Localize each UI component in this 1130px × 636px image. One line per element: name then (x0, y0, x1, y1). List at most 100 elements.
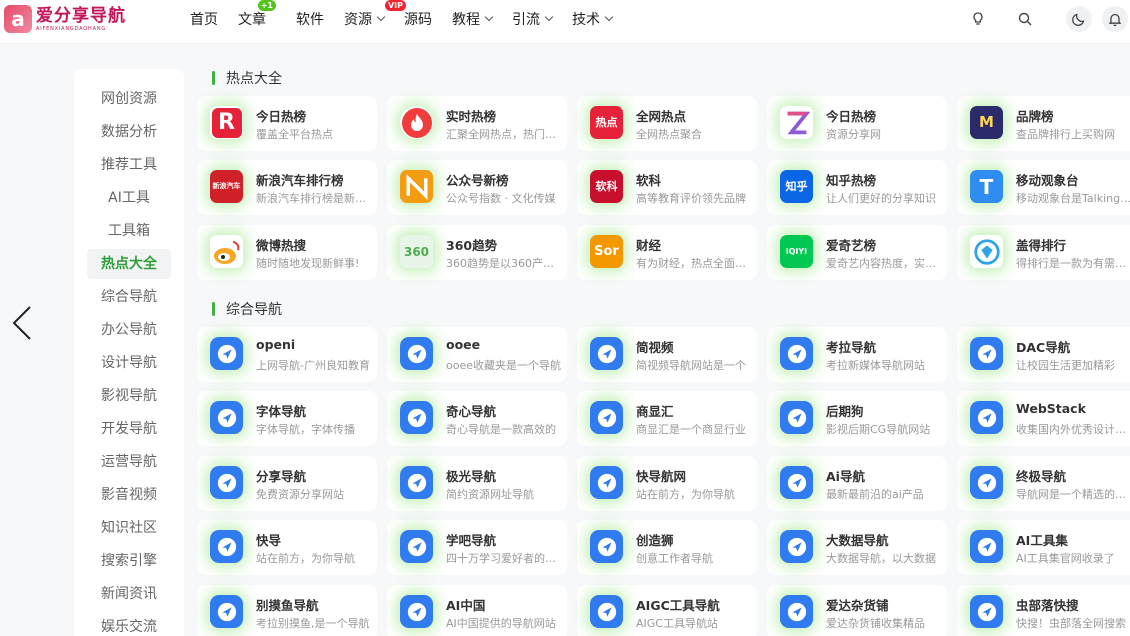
sidebar-item[interactable]: 影音视频 (87, 480, 171, 510)
sidebar-item[interactable]: 推荐工具 (87, 150, 171, 180)
site-card[interactable]: 后期狗 影视后期CG导航网站 (767, 391, 947, 446)
lightbulb-icon[interactable] (965, 6, 991, 32)
site-card[interactable]: 知乎 知乎热榜 让人们更好的分享知识 (767, 160, 947, 215)
site-logo-icon (210, 235, 243, 268)
chevron-left-icon[interactable] (10, 305, 36, 341)
site-card-title: 品牌榜 (1016, 109, 1054, 124)
sidebar-item[interactable]: 设计导航 (87, 348, 171, 378)
sidebar-item[interactable]: 知识社区 (87, 513, 171, 543)
site-card[interactable]: 学吧导航 四十万学习爱好者的选择 (387, 520, 567, 575)
site-card[interactable]: 奇心导航 奇心导航是一款高效的 (387, 391, 567, 446)
nav-item-tutorials[interactable]: 教程 (452, 9, 494, 29)
search-icon[interactable] (1012, 6, 1038, 32)
site-card-title: 考拉导航 (826, 340, 877, 355)
sidebar-item[interactable]: 数据分析 (87, 117, 171, 147)
site-card[interactable]: 考拉导航 考拉新媒体导航网站 (767, 327, 947, 382)
nav-item-source-code[interactable]: 源码 (404, 9, 432, 29)
site-card[interactable]: M 品牌榜 查品牌排行上买购网 (957, 96, 1130, 151)
site-card[interactable]: 商显汇 商显汇是一个商显行业 (577, 391, 757, 446)
navigation-arrow-icon (210, 466, 243, 499)
vip-badge: VIP (384, 0, 406, 11)
site-card-title: 移动观象台 (1016, 173, 1079, 188)
sidebar-item[interactable]: 影视导航 (87, 381, 171, 411)
nav-item-tech[interactable]: 技术 (572, 9, 614, 29)
sidebar-item[interactable]: 网创资源 (87, 84, 171, 114)
sidebar-item[interactable]: 开发导航 (87, 414, 171, 444)
navigation-arrow-icon (400, 337, 433, 370)
navigation-arrow-icon (780, 337, 813, 370)
site-card[interactable]: 新浪汽车新浪汽车排行榜新浪汽车排行榜是新浪汽车 (197, 160, 377, 215)
site-logo[interactable]: a 爱分享导航 AIFENXIANGDAOHANG (4, 5, 126, 33)
nav-item-articles[interactable]: 文章 +1 (238, 0, 276, 29)
site-card[interactable]: 360 360趋势 360趋势是以360产品数据 (387, 225, 567, 280)
site-card[interactable]: 极光导航 简约资源网址导航 (387, 456, 567, 511)
sidebar-item[interactable]: 工具箱 (87, 216, 171, 246)
chevron-down-icon (544, 12, 554, 22)
site-card[interactable]: 今日热榜 资源分享网 (767, 96, 947, 151)
site-card[interactable]: ooee ooee收藏夹是一个导航 (387, 327, 567, 382)
sidebar-item[interactable]: 娱乐交流 (87, 612, 171, 636)
site-card-title: 大数据导航 (826, 533, 889, 548)
site-card[interactable]: R 今日热榜 覆盖全平台热点 (197, 96, 377, 151)
logo-title: 爱分享导航 (36, 5, 126, 26)
chevron-down-icon (484, 12, 494, 22)
site-card[interactable]: 盖得排行 得排行是一款为有需要的 (957, 225, 1130, 280)
navigation-arrow-icon (970, 530, 1003, 563)
site-card[interactable]: Ai导航 最新最前沿的ai产品 (767, 456, 947, 511)
site-card[interactable]: AI中国 AI中国提供的导航网站 (387, 585, 567, 636)
site-card[interactable]: 热点 全网热点 全网热点聚合 (577, 96, 757, 151)
moon-icon[interactable] (1066, 6, 1092, 32)
site-card[interactable]: openi 上网导航-广州良知教育 (197, 327, 377, 382)
site-card[interactable]: 实时热榜 汇聚全网热点，热门头条 (387, 96, 567, 151)
site-card[interactable]: 公众号新榜 公众号指数 · 文化传媒 (387, 160, 567, 215)
sidebar-item[interactable]: 热点大全 (87, 249, 171, 279)
logo-mark-icon: a (4, 5, 32, 33)
site-card[interactable]: 软科 软科 高等教育评价领先品牌 (577, 160, 757, 215)
site-card[interactable]: 大数据导航 大数据导航，以大数据 (767, 520, 947, 575)
site-card[interactable]: 分享导航 免费资源分享网站 (197, 456, 377, 511)
site-card-title: 创造狮 (636, 533, 674, 548)
sidebar-item[interactable]: 办公导航 (87, 315, 171, 345)
nav-item-software[interactable]: 软件 (296, 9, 324, 29)
nav-item-home[interactable]: 首页 (190, 9, 218, 29)
site-card[interactable]: 爱达杂货铺 爱达杂货铺收集精品 (767, 585, 947, 636)
bell-icon[interactable] (1102, 6, 1128, 32)
sidebar-item[interactable]: 运营导航 (87, 447, 171, 477)
nav-item-traffic[interactable]: 引流 (512, 9, 554, 29)
site-card[interactable]: WebStack 收集国内外优秀设计网站 (957, 391, 1130, 446)
site-card[interactable]: 微博热搜 随时随地发现新鲜事! (197, 225, 377, 280)
site-card[interactable]: 虫部落快搜 快搜！虫部落全网搜索 (957, 585, 1130, 636)
site-card[interactable]: iQIYI 爱奇艺榜爱奇艺内容热度，实时更新 (767, 225, 947, 280)
sidebar-item[interactable]: 综合导航 (87, 282, 171, 312)
site-card[interactable]: T 移动观象台移动观象台是Talking Data (957, 160, 1130, 215)
site-card[interactable]: 创造狮 创意工作者导航 (577, 520, 757, 575)
sidebar-item[interactable]: 新闻资讯 (87, 579, 171, 609)
site-card-description: ooee收藏夹是一个导航 (446, 359, 561, 372)
site-card[interactable]: 字体导航 字体导航，字体传播 (197, 391, 377, 446)
site-card-description: 资源分享网 (826, 128, 881, 141)
site-card[interactable]: AI工具集 AI工具集官网收录了 (957, 520, 1130, 575)
navigation-arrow-icon (210, 530, 243, 563)
site-card[interactable]: 快导航网 站在前方，为你导航 (577, 456, 757, 511)
site-card[interactable]: Sor 财经 有为财经，热点全面解读 (577, 225, 757, 280)
site-card-title: 奇心导航 (446, 404, 497, 419)
site-card[interactable]: AIGC工具导航 AIGC工具导航站 (577, 585, 757, 636)
site-card-description: 最新最前沿的ai产品 (826, 488, 924, 501)
site-card[interactable]: 别摸鱼导航 考拉别摸鱼,是一个导航 (197, 585, 377, 636)
section-title-general: 综合导航 (212, 299, 282, 319)
sidebar-item[interactable]: AI工具 (87, 183, 171, 213)
nav-item-resources[interactable]: 资源 VIP (344, 0, 406, 29)
site-card[interactable]: DAC导航 让校园生活更加精彩 (957, 327, 1130, 382)
site-card[interactable]: 简视频 简视频导航网站是一个 (577, 327, 757, 382)
site-card-description: 站在前方，为你导航 (636, 488, 735, 501)
site-card-description: 上网导航-广州良知教育 (256, 359, 370, 372)
site-card[interactable]: 终极导航 导航网是一个精选的网站 (957, 456, 1130, 511)
sidebar-item[interactable]: 搜索引擎 (87, 546, 171, 576)
site-card-title: 字体导航 (256, 404, 307, 419)
site-card-description: 有为财经，热点全面解读 (636, 257, 754, 270)
site-card[interactable]: 快导 站在前方，为你导航 (197, 520, 377, 575)
site-card-title: 微博热搜 (256, 238, 307, 253)
navigation-arrow-icon (210, 401, 243, 434)
site-card-description: 高等教育评价领先品牌 (636, 192, 746, 205)
site-logo-icon: 360 (400, 235, 433, 268)
